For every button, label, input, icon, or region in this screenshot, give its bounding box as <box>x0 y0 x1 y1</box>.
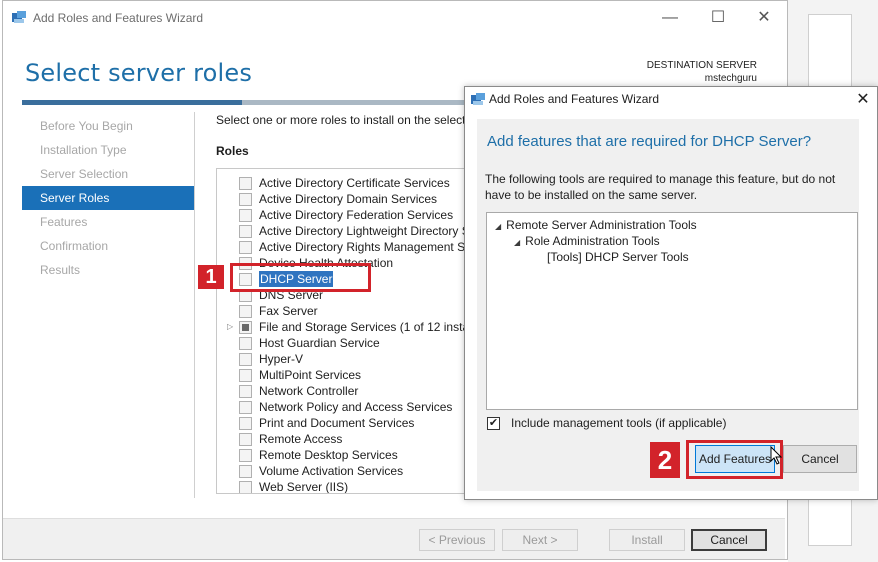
nav-item-features[interactable]: Features <box>22 210 194 234</box>
role-label: Volume Activation Services <box>259 464 404 478</box>
destination-server-label: DESTINATION SERVER <box>646 60 757 71</box>
checkbox[interactable] <box>239 353 252 366</box>
tree-item[interactable]: [Tools] DHCP Server Tools <box>547 249 689 265</box>
role-label: Active Directory Rights Management Servi… <box>259 240 467 254</box>
nav-item-results[interactable]: Results <box>22 258 194 282</box>
checkbox[interactable] <box>239 241 252 254</box>
checkbox[interactable] <box>239 465 252 478</box>
minimize-button[interactable]: — <box>655 5 685 31</box>
role-label: Print and Document Services <box>259 416 415 430</box>
destination-server-info: DESTINATION SERVER mstechguru <box>647 59 757 85</box>
checkbox[interactable] <box>239 209 252 222</box>
checkbox[interactable] <box>239 177 252 190</box>
dialog-heading: Add features that are required for DHCP … <box>487 133 812 150</box>
required-features-tree[interactable]: ◢ Remote Server Administration Tools ◢ Rol… <box>486 212 858 410</box>
nav-item-server-roles[interactable]: Server Roles <box>22 186 194 210</box>
tree-item-label: [Tools] DHCP Server Tools <box>547 250 689 264</box>
role-label: Remote Access <box>259 432 343 446</box>
role-label: Hyper-V <box>259 352 304 366</box>
role-label: File and Storage Services (1 of 12 insta… <box>259 320 468 334</box>
role-label: Active Directory Lightweight Directory S… <box>259 224 467 238</box>
checkbox[interactable] <box>239 449 252 462</box>
role-label: Active Directory Domain Services <box>259 192 438 206</box>
window-title: Add Roles and Features Wizard <box>33 11 204 25</box>
role-label: Active Directory Certificate Services <box>259 176 450 190</box>
include-tools-checkbox[interactable]: ✔ <box>487 417 500 430</box>
role-label: Host Guardian Service <box>259 336 380 350</box>
checkbox[interactable] <box>239 225 252 238</box>
role-label: Network Controller <box>259 384 359 398</box>
roles-heading: Roles <box>216 144 249 158</box>
dialog-title: Add Roles and Features Wizard <box>489 92 660 106</box>
roles-list[interactable]: Active Directory Certificate Services Ac… <box>216 168 468 494</box>
nav-item-installation-type[interactable]: Installation Type <box>22 138 194 162</box>
nav-item-server-selection[interactable]: Server Selection <box>22 162 194 186</box>
tree-item[interactable]: ◢ Role Administration Tools <box>514 233 660 249</box>
checkbox[interactable] <box>239 433 252 446</box>
checkbox-partial[interactable] <box>239 321 252 334</box>
annotation-step-2: 2 <box>650 442 680 478</box>
wizard-nav: Before You Begin Installation Type Serve… <box>22 114 194 282</box>
checkbox[interactable] <box>239 337 252 350</box>
expand-arrow-icon[interactable]: ▷ <box>227 319 233 335</box>
next-button[interactable]: Next > <box>502 529 578 551</box>
previous-button[interactable]: < Previous <box>419 529 495 551</box>
include-tools-label: Include management tools (if applicable) <box>511 416 727 430</box>
nav-divider <box>194 112 195 498</box>
page-title: Select server roles <box>25 59 253 87</box>
dialog-body: Add features that are required for DHCP … <box>477 119 859 491</box>
wizard-app-icon <box>11 10 27 27</box>
annotation-box-add-features <box>686 440 783 479</box>
annotation-step-1: 1 <box>198 265 224 289</box>
progress-bar-fill <box>22 100 242 105</box>
checkbox[interactable] <box>239 305 252 318</box>
nav-item-confirmation[interactable]: Confirmation <box>22 234 194 258</box>
checkbox[interactable] <box>239 369 252 382</box>
annotation-box-dhcp <box>230 263 371 292</box>
tree-item[interactable]: ◢ Remote Server Administration Tools <box>495 217 697 233</box>
dialog-cancel-button[interactable]: Cancel <box>783 445 857 473</box>
dialog-description: The following tools are required to mana… <box>485 172 836 202</box>
checkbox[interactable] <box>239 401 252 414</box>
destination-server-name: mstechguru <box>704 73 757 84</box>
cancel-button[interactable]: Cancel <box>691 529 767 551</box>
tree-collapse-icon[interactable]: ◢ <box>514 238 520 247</box>
close-button[interactable]: ✕ <box>749 5 779 31</box>
role-label: Active Directory Federation Services <box>259 208 454 222</box>
tree-item-label: Remote Server Administration Tools <box>506 218 697 232</box>
instruction-text: Select one or more roles to install on t… <box>216 113 466 127</box>
nav-item-before-you-begin[interactable]: Before You Begin <box>22 114 194 138</box>
checkbox[interactable] <box>239 481 252 493</box>
role-label: MultiPoint Services <box>259 368 362 382</box>
install-button[interactable]: Install <box>609 529 685 551</box>
tree-item-label: Role Administration Tools <box>525 234 660 248</box>
dialog-close-button[interactable]: ✕ <box>853 89 873 109</box>
checkbox[interactable] <box>239 417 252 430</box>
maximize-button[interactable]: ☐ <box>703 5 733 31</box>
checkbox[interactable] <box>239 193 252 206</box>
role-label: Fax Server <box>259 304 318 318</box>
checkbox[interactable] <box>239 385 252 398</box>
role-label: Network Policy and Access Services <box>259 400 453 414</box>
tree-collapse-icon[interactable]: ◢ <box>495 222 501 231</box>
role-label: Remote Desktop Services <box>259 448 398 462</box>
role-label: Web Server (IIS) <box>259 480 349 494</box>
dialog-app-icon <box>470 92 486 109</box>
add-features-dialog: Add Roles and Features Wizard ✕ Add feat… <box>464 86 878 500</box>
mouse-cursor-icon <box>770 445 783 469</box>
